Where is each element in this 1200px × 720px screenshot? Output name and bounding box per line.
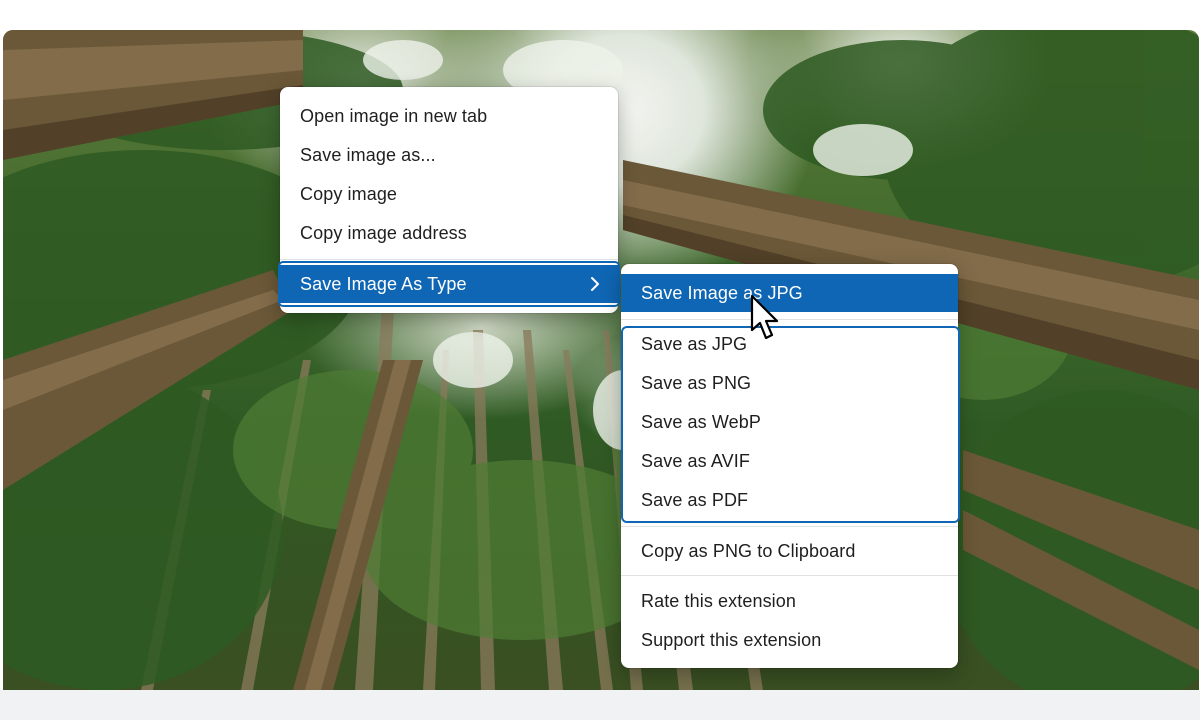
menu-separator bbox=[621, 526, 958, 527]
submenu-item-save-as-png[interactable]: Save as PNG bbox=[621, 364, 958, 403]
submenu-item-save-as-jpg[interactable]: Save as JPG bbox=[621, 325, 958, 364]
menu-item-copy-image[interactable]: Copy image bbox=[280, 175, 618, 214]
menu-item-open-image-new-tab[interactable]: Open image in new tab bbox=[280, 97, 618, 136]
submenu-item-save-as-avif[interactable]: Save as AVIF bbox=[621, 442, 958, 481]
submenu-item-save-as-webp[interactable]: Save as WebP bbox=[621, 403, 958, 442]
menu-separator bbox=[280, 259, 618, 260]
menu-separator bbox=[621, 575, 958, 576]
submenu-item-save-as-pdf[interactable]: Save as PDF bbox=[621, 481, 958, 520]
submenu: Save Image as JPG Save as JPG Save as PN… bbox=[621, 264, 960, 668]
chevron-right-icon bbox=[591, 277, 599, 291]
menu-item-label: Save Image As Type bbox=[300, 274, 467, 294]
submenu-item-support-extension[interactable]: Support this extension bbox=[621, 621, 958, 660]
menu-item-save-image-as[interactable]: Save image as... bbox=[280, 136, 618, 175]
screen: Open image in new tab Save image as... C… bbox=[0, 0, 1200, 720]
menu-item-save-image-as-type[interactable]: Save Image As Type bbox=[280, 265, 618, 303]
submenu-item-copy-as-png-to-clipboard[interactable]: Copy as PNG to Clipboard bbox=[621, 532, 958, 571]
bottom-bar bbox=[0, 690, 1200, 720]
menu-separator bbox=[621, 319, 958, 320]
submenu-item-rate-extension[interactable]: Rate this extension bbox=[621, 582, 958, 621]
menu-item-copy-image-address[interactable]: Copy image address bbox=[280, 214, 618, 253]
context-menu: Open image in new tab Save image as... C… bbox=[278, 87, 620, 313]
mouse-pointer-icon bbox=[750, 294, 779, 340]
submenu-item-save-image-as-jpg[interactable]: Save Image as JPG bbox=[621, 274, 958, 312]
